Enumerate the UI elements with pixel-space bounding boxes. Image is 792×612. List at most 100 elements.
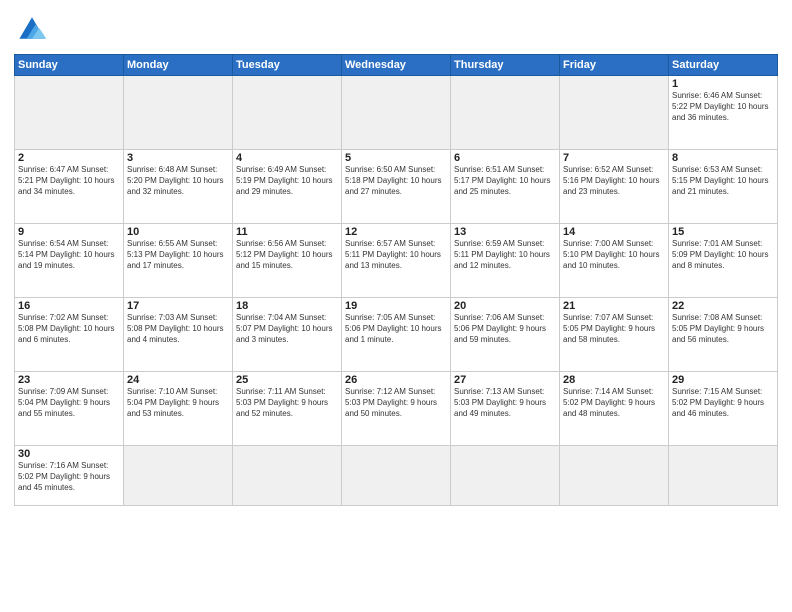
calendar-cell bbox=[560, 446, 669, 506]
calendar-cell: 2Sunrise: 6:47 AM Sunset: 5:21 PM Daylig… bbox=[15, 150, 124, 224]
day-info: Sunrise: 6:59 AM Sunset: 5:11 PM Dayligh… bbox=[454, 239, 556, 271]
calendar-cell: 25Sunrise: 7:11 AM Sunset: 5:03 PM Dayli… bbox=[233, 372, 342, 446]
week-row-2: 9Sunrise: 6:54 AM Sunset: 5:14 PM Daylig… bbox=[15, 224, 778, 298]
day-number: 5 bbox=[345, 152, 447, 164]
day-number: 2 bbox=[18, 152, 120, 164]
day-info: Sunrise: 6:46 AM Sunset: 5:22 PM Dayligh… bbox=[672, 91, 774, 123]
day-number: 23 bbox=[18, 374, 120, 386]
calendar-cell: 22Sunrise: 7:08 AM Sunset: 5:05 PM Dayli… bbox=[669, 298, 778, 372]
day-number: 25 bbox=[236, 374, 338, 386]
day-number: 10 bbox=[127, 226, 229, 238]
weekday-header-row: SundayMondayTuesdayWednesdayThursdayFrid… bbox=[15, 55, 778, 76]
day-info: Sunrise: 6:52 AM Sunset: 5:16 PM Dayligh… bbox=[563, 165, 665, 197]
day-number: 14 bbox=[563, 226, 665, 238]
calendar-cell bbox=[233, 76, 342, 150]
day-info: Sunrise: 7:13 AM Sunset: 5:03 PM Dayligh… bbox=[454, 387, 556, 419]
weekday-header-friday: Friday bbox=[560, 55, 669, 76]
day-info: Sunrise: 7:12 AM Sunset: 5:03 PM Dayligh… bbox=[345, 387, 447, 419]
calendar-cell: 17Sunrise: 7:03 AM Sunset: 5:08 PM Dayli… bbox=[124, 298, 233, 372]
day-number: 19 bbox=[345, 300, 447, 312]
day-number: 29 bbox=[672, 374, 774, 386]
day-number: 26 bbox=[345, 374, 447, 386]
calendar-cell: 29Sunrise: 7:15 AM Sunset: 5:02 PM Dayli… bbox=[669, 372, 778, 446]
calendar-cell: 5Sunrise: 6:50 AM Sunset: 5:18 PM Daylig… bbox=[342, 150, 451, 224]
day-number: 13 bbox=[454, 226, 556, 238]
calendar-cell bbox=[233, 446, 342, 506]
weekday-header-thursday: Thursday bbox=[451, 55, 560, 76]
day-info: Sunrise: 6:47 AM Sunset: 5:21 PM Dayligh… bbox=[18, 165, 120, 197]
logo bbox=[14, 10, 54, 46]
day-number: 20 bbox=[454, 300, 556, 312]
weekday-header-tuesday: Tuesday bbox=[233, 55, 342, 76]
day-info: Sunrise: 6:48 AM Sunset: 5:20 PM Dayligh… bbox=[127, 165, 229, 197]
week-row-5: 30Sunrise: 7:16 AM Sunset: 5:02 PM Dayli… bbox=[15, 446, 778, 506]
day-info: Sunrise: 6:51 AM Sunset: 5:17 PM Dayligh… bbox=[454, 165, 556, 197]
calendar-cell: 7Sunrise: 6:52 AM Sunset: 5:16 PM Daylig… bbox=[560, 150, 669, 224]
day-info: Sunrise: 6:50 AM Sunset: 5:18 PM Dayligh… bbox=[345, 165, 447, 197]
day-number: 8 bbox=[672, 152, 774, 164]
day-number: 15 bbox=[672, 226, 774, 238]
weekday-header-monday: Monday bbox=[124, 55, 233, 76]
calendar-table: SundayMondayTuesdayWednesdayThursdayFrid… bbox=[14, 54, 778, 506]
day-number: 16 bbox=[18, 300, 120, 312]
day-info: Sunrise: 7:02 AM Sunset: 5:08 PM Dayligh… bbox=[18, 313, 120, 345]
calendar-cell: 26Sunrise: 7:12 AM Sunset: 5:03 PM Dayli… bbox=[342, 372, 451, 446]
day-number: 17 bbox=[127, 300, 229, 312]
calendar-cell: 27Sunrise: 7:13 AM Sunset: 5:03 PM Dayli… bbox=[451, 372, 560, 446]
calendar-cell: 21Sunrise: 7:07 AM Sunset: 5:05 PM Dayli… bbox=[560, 298, 669, 372]
calendar-cell: 28Sunrise: 7:14 AM Sunset: 5:02 PM Dayli… bbox=[560, 372, 669, 446]
week-row-1: 2Sunrise: 6:47 AM Sunset: 5:21 PM Daylig… bbox=[15, 150, 778, 224]
calendar-cell: 16Sunrise: 7:02 AM Sunset: 5:08 PM Dayli… bbox=[15, 298, 124, 372]
day-number: 24 bbox=[127, 374, 229, 386]
day-number: 3 bbox=[127, 152, 229, 164]
day-info: Sunrise: 6:49 AM Sunset: 5:19 PM Dayligh… bbox=[236, 165, 338, 197]
calendar-cell bbox=[124, 446, 233, 506]
calendar-cell bbox=[124, 76, 233, 150]
week-row-4: 23Sunrise: 7:09 AM Sunset: 5:04 PM Dayli… bbox=[15, 372, 778, 446]
day-info: Sunrise: 7:06 AM Sunset: 5:06 PM Dayligh… bbox=[454, 313, 556, 345]
calendar-cell: 10Sunrise: 6:55 AM Sunset: 5:13 PM Dayli… bbox=[124, 224, 233, 298]
day-number: 22 bbox=[672, 300, 774, 312]
day-number: 6 bbox=[454, 152, 556, 164]
day-number: 4 bbox=[236, 152, 338, 164]
day-info: Sunrise: 7:00 AM Sunset: 5:10 PM Dayligh… bbox=[563, 239, 665, 271]
weekday-header-wednesday: Wednesday bbox=[342, 55, 451, 76]
calendar-cell: 19Sunrise: 7:05 AM Sunset: 5:06 PM Dayli… bbox=[342, 298, 451, 372]
day-number: 7 bbox=[563, 152, 665, 164]
day-info: Sunrise: 7:14 AM Sunset: 5:02 PM Dayligh… bbox=[563, 387, 665, 419]
day-number: 12 bbox=[345, 226, 447, 238]
day-number: 9 bbox=[18, 226, 120, 238]
day-info: Sunrise: 7:10 AM Sunset: 5:04 PM Dayligh… bbox=[127, 387, 229, 419]
day-number: 30 bbox=[18, 448, 120, 460]
calendar-cell: 6Sunrise: 6:51 AM Sunset: 5:17 PM Daylig… bbox=[451, 150, 560, 224]
calendar-cell: 23Sunrise: 7:09 AM Sunset: 5:04 PM Dayli… bbox=[15, 372, 124, 446]
calendar-cell bbox=[451, 446, 560, 506]
calendar-cell bbox=[560, 76, 669, 150]
calendar-cell: 14Sunrise: 7:00 AM Sunset: 5:10 PM Dayli… bbox=[560, 224, 669, 298]
week-row-0: 1Sunrise: 6:46 AM Sunset: 5:22 PM Daylig… bbox=[15, 76, 778, 150]
day-info: Sunrise: 6:53 AM Sunset: 5:15 PM Dayligh… bbox=[672, 165, 774, 197]
header bbox=[14, 10, 778, 46]
calendar-cell bbox=[342, 76, 451, 150]
day-number: 1 bbox=[672, 78, 774, 90]
calendar-cell bbox=[15, 76, 124, 150]
calendar-cell: 4Sunrise: 6:49 AM Sunset: 5:19 PM Daylig… bbox=[233, 150, 342, 224]
weekday-header-saturday: Saturday bbox=[669, 55, 778, 76]
day-info: Sunrise: 7:08 AM Sunset: 5:05 PM Dayligh… bbox=[672, 313, 774, 345]
calendar-cell: 20Sunrise: 7:06 AM Sunset: 5:06 PM Dayli… bbox=[451, 298, 560, 372]
calendar-cell: 11Sunrise: 6:56 AM Sunset: 5:12 PM Dayli… bbox=[233, 224, 342, 298]
day-info: Sunrise: 7:05 AM Sunset: 5:06 PM Dayligh… bbox=[345, 313, 447, 345]
logo-icon bbox=[14, 10, 50, 46]
day-info: Sunrise: 7:11 AM Sunset: 5:03 PM Dayligh… bbox=[236, 387, 338, 419]
day-info: Sunrise: 7:04 AM Sunset: 5:07 PM Dayligh… bbox=[236, 313, 338, 345]
calendar-cell bbox=[669, 446, 778, 506]
calendar-cell: 1Sunrise: 6:46 AM Sunset: 5:22 PM Daylig… bbox=[669, 76, 778, 150]
calendar-cell: 18Sunrise: 7:04 AM Sunset: 5:07 PM Dayli… bbox=[233, 298, 342, 372]
calendar-cell: 15Sunrise: 7:01 AM Sunset: 5:09 PM Dayli… bbox=[669, 224, 778, 298]
day-number: 28 bbox=[563, 374, 665, 386]
week-row-3: 16Sunrise: 7:02 AM Sunset: 5:08 PM Dayli… bbox=[15, 298, 778, 372]
page: SundayMondayTuesdayWednesdayThursdayFrid… bbox=[0, 0, 792, 612]
calendar-cell: 13Sunrise: 6:59 AM Sunset: 5:11 PM Dayli… bbox=[451, 224, 560, 298]
calendar-cell: 30Sunrise: 7:16 AM Sunset: 5:02 PM Dayli… bbox=[15, 446, 124, 506]
day-info: Sunrise: 7:16 AM Sunset: 5:02 PM Dayligh… bbox=[18, 461, 120, 493]
